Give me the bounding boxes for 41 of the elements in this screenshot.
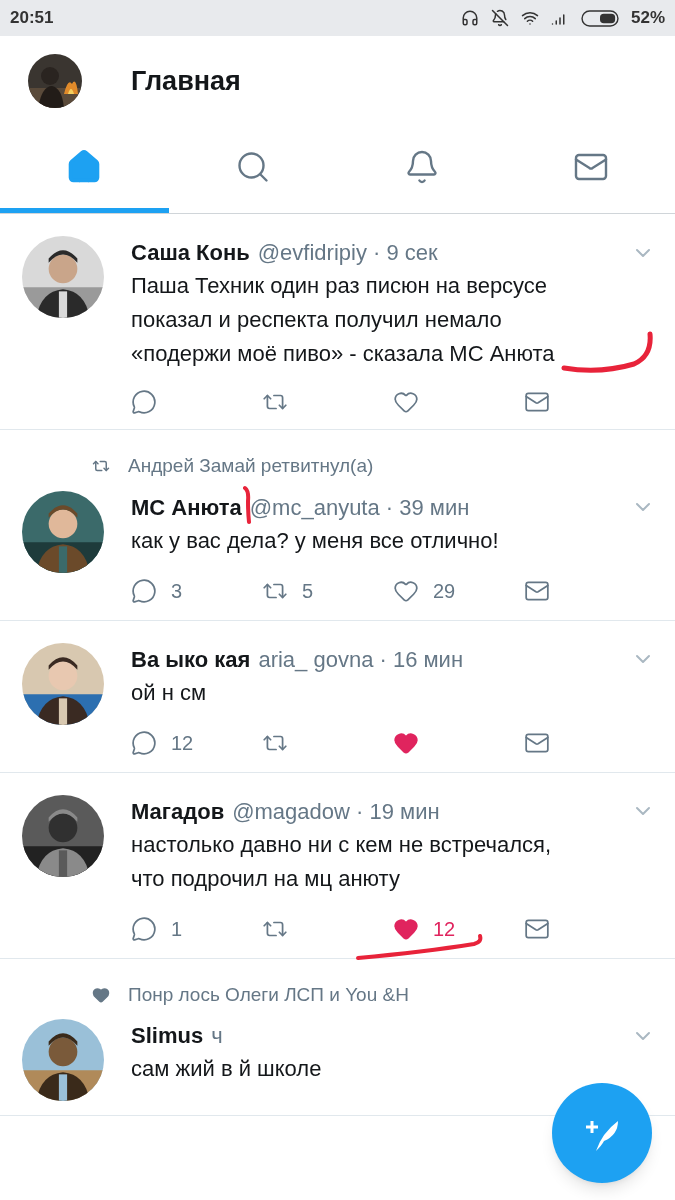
tweet-text: как у вас дела? у меня все отлично! [131, 526, 499, 555]
page-title: Главная [131, 64, 241, 98]
author-name[interactable]: Магадов [131, 794, 225, 828]
headphones-icon [460, 9, 479, 27]
wifi-icon [520, 9, 539, 27]
tweet-text: сам жий в й школе [131, 1055, 322, 1083]
author-name[interactable]: МС Анюта [131, 490, 242, 524]
retweet-button[interactable]: 5 [262, 575, 314, 606]
like-button[interactable] [393, 389, 419, 415]
tweet-context: Андрей Замай ретвитнул(а) [128, 454, 374, 478]
like-button[interactable]: 12 [393, 913, 456, 944]
reply-icon [131, 577, 157, 604]
tweet-meta: @evfidripiy · 9 сек [257, 239, 438, 267]
author-name[interactable]: Slimus [131, 1019, 204, 1052]
author-name[interactable]: Ва ыко кая [131, 642, 251, 676]
author-name[interactable]: Саша Конь [131, 236, 250, 269]
bell-off-icon [490, 9, 509, 27]
reply-icon [131, 729, 157, 756]
reply-button[interactable]: 12 [131, 727, 194, 758]
heart-icon [92, 985, 110, 1004]
mail-icon [524, 389, 550, 415]
tweet-meta: @mc_anyuta · 39 мин [249, 493, 470, 522]
reply-icon [131, 389, 157, 415]
tweet-text: ой н см [131, 678, 207, 707]
tweet-text: настолько давно ни с кем не встречался, что подрочил на мц анюту [131, 830, 552, 893]
tweet-text: Паша Техник один раз писюн на версусе показал и респекта получил немало «подержи моё пиво» - сказала МС Анюта [131, 272, 555, 368]
tweet-meta: ч [211, 1022, 223, 1050]
tweet-meta: @magadow · 19 мин [232, 797, 440, 826]
message-button[interactable] [524, 389, 550, 415]
battery-percent: 52% [630, 7, 665, 30]
reply-button[interactable] [131, 389, 157, 415]
reply-button[interactable]: 1 [131, 913, 183, 944]
heart-icon [393, 389, 419, 415]
status-time: 20:51 [10, 7, 54, 30]
battery-icon [580, 9, 619, 27]
tweet-context: Понр лось Олеги ЛСП и You &H [128, 982, 409, 1007]
like-button[interactable]: 29 [393, 575, 456, 606]
tweet-meta: aria_ govna · 16 мин [258, 645, 464, 674]
annotation-stroke [243, 485, 251, 525]
reply-icon [131, 915, 157, 942]
reply-button[interactable]: 3 [131, 575, 183, 606]
